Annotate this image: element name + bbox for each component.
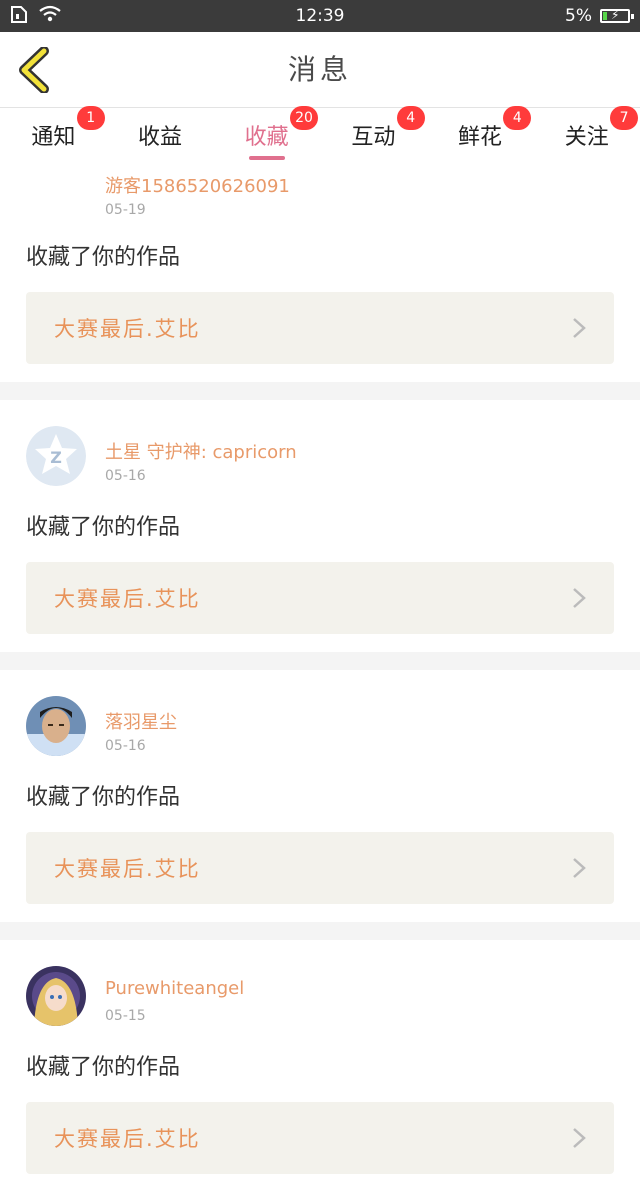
tab-label: 关注	[564, 125, 609, 150]
avatar[interactable]	[26, 696, 86, 756]
avatar[interactable]: Z	[26, 426, 86, 486]
work-title: 大赛最后.艾比	[54, 1127, 201, 1151]
qq-default-avatar-icon: Z	[26, 426, 86, 486]
status-bar: 12:39 5% ⚡	[0, 0, 640, 32]
message-card: Z 土星 守护神: capricorn 05-16 收藏了你的作品 大赛最后.艾…	[0, 400, 640, 652]
work-link[interactable]: 大赛最后.艾比	[26, 1102, 614, 1174]
tab-interaction[interactable]: 互动 4	[320, 106, 427, 162]
tab-label: 收益	[138, 125, 183, 150]
unread-badge: 1	[76, 106, 105, 130]
username[interactable]: Purewhiteangel	[105, 978, 244, 999]
message-date: 05-19	[105, 202, 146, 218]
anime-avatar	[26, 966, 86, 1026]
action-text: 收藏了你的作品	[26, 515, 181, 540]
avatar[interactable]	[26, 966, 86, 1026]
tab-follow[interactable]: 关注 7	[533, 106, 640, 162]
username[interactable]: 落羽星尘	[105, 708, 177, 734]
active-tab-indicator	[248, 156, 285, 160]
username[interactable]: 土星 守护神: capricorn	[105, 438, 297, 464]
battery-icon: ⚡	[600, 8, 634, 23]
battery-percent: 5%	[565, 6, 592, 26]
work-title: 大赛最后.艾比	[54, 317, 201, 341]
work-link[interactable]: 大赛最后.艾比	[26, 562, 614, 634]
header: 消息	[0, 32, 640, 108]
tab-favorites[interactable]: 收藏 20	[213, 106, 320, 162]
chevron-right-icon	[573, 858, 586, 878]
user-photo-avatar	[26, 696, 86, 756]
tab-earnings[interactable]: 收益	[107, 108, 214, 162]
tab-label: 鲜花	[458, 125, 503, 150]
page-title: 消息	[287, 53, 352, 86]
clock: 12:39	[295, 6, 345, 26]
tab-notice[interactable]: 通知 1	[0, 106, 107, 162]
message-card: 落羽星尘 05-16 收藏了你的作品 大赛最后.艾比	[0, 670, 640, 922]
sim-icon	[10, 4, 28, 29]
action-text: 收藏了你的作品	[26, 1055, 181, 1080]
message-card: Purewhiteangel 05-15 收藏了你的作品 大赛最后.艾比	[0, 940, 640, 1192]
tab-label: 互动	[351, 125, 396, 150]
svg-text:Z: Z	[50, 448, 62, 467]
unread-badge: 4	[503, 106, 532, 130]
action-text: 收藏了你的作品	[26, 785, 181, 810]
message-date: 05-16	[105, 468, 146, 484]
username[interactable]: 游客15865206260​91	[105, 172, 290, 198]
unread-badge: 4	[396, 106, 425, 130]
work-link[interactable]: 大赛最后.艾比	[26, 832, 614, 904]
chevron-right-icon	[573, 1128, 586, 1148]
unread-badge: 20	[290, 106, 319, 130]
action-text: 收藏了你的作品	[26, 245, 181, 270]
tab-flowers[interactable]: 鲜花 4	[427, 106, 534, 162]
work-title: 大赛最后.艾比	[54, 857, 201, 881]
chevron-right-icon	[573, 318, 586, 338]
message-date: 05-16	[105, 738, 146, 754]
work-title: 大赛最后.艾比	[54, 587, 201, 611]
work-link[interactable]: 大赛最后.艾比	[26, 292, 614, 364]
unread-badge: 7	[610, 106, 639, 130]
tab-label: 通知	[31, 125, 76, 150]
chevron-right-icon	[573, 588, 586, 608]
message-date: 05-15	[105, 1008, 146, 1024]
wifi-icon	[38, 5, 62, 28]
tab-bar: 通知 1 收益 收藏 20 互动 4 鲜花 4 关注 7	[0, 106, 640, 162]
tab-label: 收藏	[244, 125, 289, 150]
message-card: 游客15865206260​91 05-19 收藏了你的作品 大赛最后.艾比	[0, 162, 640, 382]
message-list: 游客15865206260​91 05-19 收藏了你的作品 大赛最后.艾比 Z…	[0, 162, 640, 1192]
